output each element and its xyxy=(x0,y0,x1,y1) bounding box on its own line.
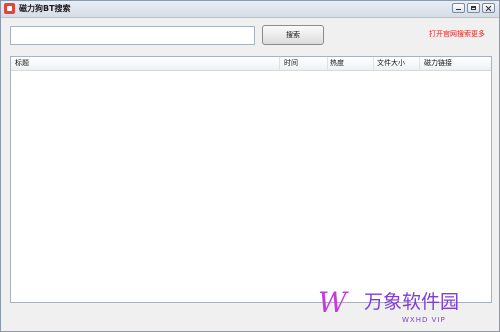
watermark: W 万象软件园 WXHD VIP xyxy=(318,288,488,328)
column-divider xyxy=(279,57,280,70)
window-controls xyxy=(452,3,495,14)
column-header-size[interactable]: 文件大小 xyxy=(377,57,405,70)
watermark-name: 万象软件园 xyxy=(364,291,460,313)
search-button[interactable]: 搜索 xyxy=(262,25,324,45)
column-header-time[interactable]: 时间 xyxy=(284,57,298,70)
column-header-heat[interactable]: 热度 xyxy=(330,57,344,70)
watermark-subtitle: WXHD VIP xyxy=(402,316,446,324)
app-icon xyxy=(4,3,15,14)
column-header-title[interactable]: 标题 xyxy=(15,57,29,70)
close-icon[interactable] xyxy=(482,3,495,13)
window-title: 磁力狗BT搜索 xyxy=(19,4,71,13)
results-list[interactable]: 标题 时间 热度 文件大小 磁力链接 xyxy=(10,56,492,303)
open-website-link[interactable]: 打开官网搜索更多 xyxy=(429,29,485,39)
watermark-logo: W xyxy=(318,286,347,319)
column-divider xyxy=(373,57,374,70)
list-header: 标题 时间 热度 文件大小 磁力链接 xyxy=(11,57,491,71)
column-divider xyxy=(419,57,420,70)
column-divider xyxy=(327,57,328,70)
column-header-magnet[interactable]: 磁力链接 xyxy=(424,57,452,70)
minimize-icon[interactable] xyxy=(452,3,465,13)
app-window: 磁力狗BT搜索 搜索 打开官网搜索更多 标题 时间 热度 文件大小 磁力链接 xyxy=(0,0,500,332)
title-bar[interactable]: 磁力狗BT搜索 xyxy=(1,1,499,18)
maximize-icon[interactable] xyxy=(467,3,480,13)
search-input[interactable] xyxy=(10,26,255,45)
